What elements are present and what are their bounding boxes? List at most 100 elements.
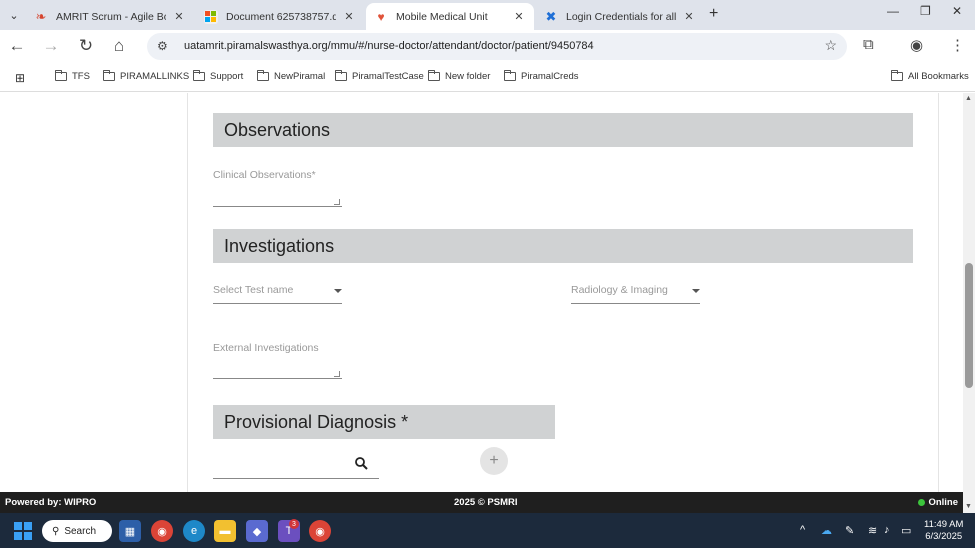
- window-close-icon[interactable]: ✕: [952, 4, 962, 18]
- bookmark-label: NewPiramal: [274, 71, 326, 82]
- tab-strip: ⌄ ❧ AMRIT Scrum - Agile Board ✕ Document…: [0, 0, 975, 30]
- dropdown-caret-icon[interactable]: [334, 289, 342, 293]
- bookmark-folder[interactable]: NewPiramal: [257, 70, 326, 82]
- tab-amrit-scrum[interactable]: ❧ AMRIT Scrum - Agile Board ✕: [26, 3, 194, 30]
- add-diagnosis-plus-icon[interactable]: +: [480, 447, 508, 475]
- select-test-underline: [213, 303, 342, 304]
- taskbar-search[interactable]: ⚲ Search: [42, 520, 112, 542]
- radiology-imaging-dropdown[interactable]: Radiology & Imaging: [571, 284, 668, 296]
- folder-icon: [257, 70, 269, 81]
- close-icon[interactable]: ✕: [682, 10, 696, 23]
- tab-title: Mobile Medical Unit: [396, 10, 488, 23]
- address-bar[interactable]: ⚙ uatamrit.piramalswasthya.org/mmu/#/nur…: [147, 33, 847, 60]
- scrollbar-thumb[interactable]: [965, 263, 973, 388]
- forward-arrow-icon[interactable]: →: [40, 36, 62, 56]
- close-icon[interactable]: ✕: [342, 10, 356, 23]
- resize-handle-icon[interactable]: [334, 199, 340, 205]
- taskbar-clock[interactable]: 11:49 AM 6/3/2025: [924, 519, 963, 543]
- content-border-right: [938, 93, 939, 492]
- bookmark-folder[interactable]: Support: [193, 70, 244, 82]
- folder-icon: [55, 70, 67, 81]
- bookmark-star-icon[interactable]: ☆: [824, 37, 837, 54]
- chrome-icon[interactable]: ◉: [151, 520, 173, 542]
- battery-icon[interactable]: ▭: [901, 524, 911, 537]
- tab-document[interactable]: Document 625738757.docx ✕: [196, 3, 364, 30]
- search-label: Search: [64, 525, 97, 537]
- powered-by-text: Powered by: WIPRO: [5, 497, 97, 508]
- bookmark-label: Support: [210, 71, 244, 82]
- external-investigations-textarea[interactable]: [213, 378, 342, 379]
- mmu-icon: ♥: [377, 9, 385, 24]
- tab-title: AMRIT Scrum - Agile Board: [56, 10, 166, 23]
- windows-start-icon[interactable]: [12, 520, 34, 542]
- bookmark-folder[interactable]: TFS: [55, 70, 90, 82]
- dropdown-caret-icon[interactable]: [692, 289, 700, 293]
- scroll-down-arrow-icon[interactable]: ▼: [965, 503, 972, 510]
- tab-mobile-medical-unit[interactable]: ♥ Mobile Medical Unit ✕: [366, 3, 534, 30]
- site-settings-icon[interactable]: ⚙: [157, 39, 168, 53]
- home-icon[interactable]: ⌂: [108, 36, 130, 56]
- browser-toolbar: ← → ↻ ⌂ ⚙ uatamrit.piramalswasthya.org/m…: [0, 30, 975, 62]
- microphone-muted-icon[interactable]: ✎: [845, 524, 854, 537]
- resize-handle-icon[interactable]: [334, 371, 340, 377]
- chrome-profile-icon[interactable]: ◉: [309, 520, 331, 542]
- bookmark-folder[interactable]: PIRAMALLINKS: [103, 70, 190, 82]
- external-investigations-label: External Investigations: [213, 342, 319, 354]
- clock-time: 11:49 AM: [924, 519, 964, 530]
- edge-icon[interactable]: e: [183, 520, 205, 542]
- bookmarks-bar: ⊞ TFS PIRAMALLINKS Support NewPiramal Pi…: [0, 62, 975, 92]
- menu-kebab-icon[interactable]: ⋮: [950, 36, 965, 54]
- close-icon[interactable]: ✕: [512, 10, 526, 23]
- observations-header: Observations: [213, 113, 913, 147]
- folder-icon: [504, 70, 516, 81]
- folder-icon: [193, 70, 205, 81]
- folder-icon: [335, 70, 347, 81]
- status-badge: Online: [918, 497, 958, 508]
- volume-icon[interactable]: ♪: [884, 524, 890, 536]
- online-status-dot-icon: [918, 499, 926, 506]
- apps-grid-icon[interactable]: ⊞: [15, 71, 25, 85]
- restore-icon[interactable]: ❐: [920, 4, 931, 18]
- bookmark-folder[interactable]: PiramalTestCase: [335, 70, 424, 82]
- reload-icon[interactable]: ↻: [75, 36, 97, 56]
- bookmark-folder[interactable]: PiramalCreds: [504, 70, 579, 82]
- investigations-header: Investigations: [213, 229, 913, 263]
- tab-search-chevron-icon[interactable]: ⌄: [4, 5, 24, 25]
- select-test-name-dropdown[interactable]: Select Test name: [213, 284, 293, 296]
- url-text[interactable]: uatamrit.piramalswasthya.org/mmu/#/nurse…: [184, 40, 594, 52]
- clinical-observations-label: Clinical Observations*: [213, 169, 316, 181]
- scroll-up-arrow-icon[interactable]: ▲: [965, 95, 972, 102]
- search-icon[interactable]: [355, 457, 368, 475]
- minimize-icon[interactable]: —: [887, 4, 899, 18]
- file-explorer-icon[interactable]: ▬: [214, 520, 236, 542]
- tab-login-credentials[interactable]: ✖ Login Credentials for all Serv ✕: [536, 3, 704, 30]
- wifi-icon[interactable]: ≋: [868, 524, 877, 537]
- search-icon: ⚲: [52, 525, 60, 537]
- radiology-underline: [571, 303, 700, 304]
- clinical-observations-textarea[interactable]: [213, 206, 342, 207]
- task-view-icon[interactable]: ▦: [119, 520, 141, 542]
- profile-icon[interactable]: ◉: [910, 36, 923, 54]
- all-bookmarks-folder[interactable]: All Bookmarks: [891, 70, 969, 82]
- onedrive-icon[interactable]: ☁: [821, 524, 832, 537]
- bookmark-label: PIRAMALLINKS: [120, 71, 190, 82]
- tray-chevron-up-icon[interactable]: ^: [800, 524, 805, 536]
- copyright-text: 2025 © PSMRI: [454, 497, 518, 508]
- new-tab-plus-icon[interactable]: +: [709, 5, 718, 23]
- close-icon[interactable]: ✕: [172, 10, 186, 23]
- bookmark-label: PiramalCreds: [521, 71, 579, 82]
- bookmark-folder[interactable]: New folder: [428, 70, 490, 82]
- back-arrow-icon[interactable]: ←: [6, 36, 28, 56]
- page-scrollbar[interactable]: ▲ ▼: [963, 93, 975, 513]
- provisional-diagnosis-header: Provisional Diagnosis *: [213, 405, 555, 439]
- folder-icon: [891, 70, 903, 81]
- folder-icon: [103, 70, 115, 81]
- m365-icon[interactable]: ◆: [246, 520, 268, 542]
- section-title: Investigations: [224, 235, 335, 256]
- diagnosis-search-input[interactable]: [213, 478, 379, 479]
- clock-date: 6/3/2025: [925, 531, 963, 542]
- extensions-icon[interactable]: ⧉: [863, 36, 874, 53]
- bookmark-label: TFS: [72, 71, 90, 82]
- section-title: Provisional Diagnosis *: [224, 411, 409, 432]
- status-text: Online: [928, 497, 958, 508]
